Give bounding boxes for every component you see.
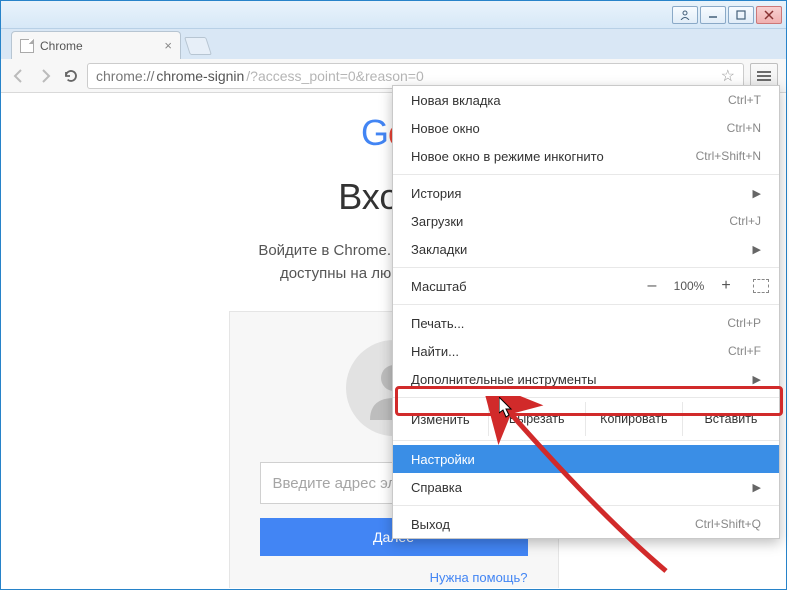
- submenu-arrow-icon: ▶: [753, 481, 761, 494]
- submenu-arrow-icon: ▶: [753, 187, 761, 200]
- user-account-icon[interactable]: [672, 6, 698, 24]
- menu-separator: [393, 505, 779, 506]
- zoom-out-button[interactable]: –: [645, 277, 659, 295]
- url-path: /?access_point=0&reason=0: [246, 68, 423, 84]
- menu-item-edit-row: Изменить Вырезать Копировать Вставить: [393, 402, 779, 436]
- window-close-button[interactable]: [756, 6, 782, 24]
- menu-edit-label: Изменить: [393, 412, 488, 427]
- menu-item-help[interactable]: Справка▶: [393, 473, 779, 501]
- window-frame: Chrome × chrome://chrome-signin/?access_…: [0, 0, 787, 590]
- submenu-arrow-icon: ▶: [753, 243, 761, 256]
- window-titlebar: [1, 1, 786, 29]
- menu-item-bookmarks[interactable]: Закладки▶: [393, 235, 779, 263]
- mouse-cursor-icon: [499, 397, 515, 419]
- bookmark-star-icon[interactable]: ☆: [721, 66, 735, 86]
- menu-separator: [393, 174, 779, 175]
- back-button[interactable]: [9, 66, 29, 86]
- page-icon: [20, 39, 34, 53]
- menu-item-exit[interactable]: ВыходCtrl+Shift+Q: [393, 510, 779, 538]
- zoom-controls: – 100% +: [645, 277, 769, 295]
- new-tab-button[interactable]: [184, 37, 212, 55]
- menu-item-find[interactable]: Найти...Ctrl+F: [393, 337, 779, 365]
- fullscreen-icon[interactable]: [753, 279, 769, 293]
- zoom-value: 100%: [671, 279, 707, 293]
- zoom-in-button[interactable]: +: [719, 277, 733, 295]
- menu-separator: [393, 267, 779, 268]
- menu-item-incognito[interactable]: Новое окно в режиме инкогнитоCtrl+Shift+…: [393, 142, 779, 170]
- menu-item-new-window[interactable]: Новое окноCtrl+N: [393, 114, 779, 142]
- menu-paste-button[interactable]: Вставить: [682, 402, 779, 436]
- menu-item-settings[interactable]: Настройки: [393, 445, 779, 473]
- url-host: chrome-signin: [156, 68, 244, 84]
- minimize-button[interactable]: [700, 6, 726, 24]
- browser-tab[interactable]: Chrome ×: [11, 31, 181, 59]
- menu-copy-button[interactable]: Копировать: [585, 402, 682, 436]
- reload-button[interactable]: [61, 66, 81, 86]
- menu-item-history[interactable]: История▶: [393, 179, 779, 207]
- submenu-arrow-icon: ▶: [753, 373, 761, 386]
- tab-close-icon[interactable]: ×: [164, 38, 172, 53]
- tab-title: Chrome: [40, 39, 83, 53]
- menu-item-more-tools[interactable]: Дополнительные инструменты▶: [393, 365, 779, 393]
- tab-strip: Chrome ×: [1, 29, 786, 59]
- hamburger-icon: [757, 71, 771, 81]
- menu-separator: [393, 304, 779, 305]
- menu-separator: [393, 397, 779, 398]
- maximize-button[interactable]: [728, 6, 754, 24]
- menu-item-downloads[interactable]: ЗагрузкиCtrl+J: [393, 207, 779, 235]
- chrome-main-menu: Новая вкладкаCtrl+T Новое окноCtrl+N Нов…: [392, 85, 780, 539]
- help-link[interactable]: Нужна помощь?: [430, 570, 528, 585]
- menu-item-print[interactable]: Печать...Ctrl+P: [393, 309, 779, 337]
- url-scheme: chrome://: [96, 68, 154, 84]
- menu-item-zoom: Масштаб – 100% +: [393, 272, 779, 300]
- forward-button[interactable]: [35, 66, 55, 86]
- menu-item-new-tab[interactable]: Новая вкладкаCtrl+T: [393, 86, 779, 114]
- menu-separator: [393, 440, 779, 441]
